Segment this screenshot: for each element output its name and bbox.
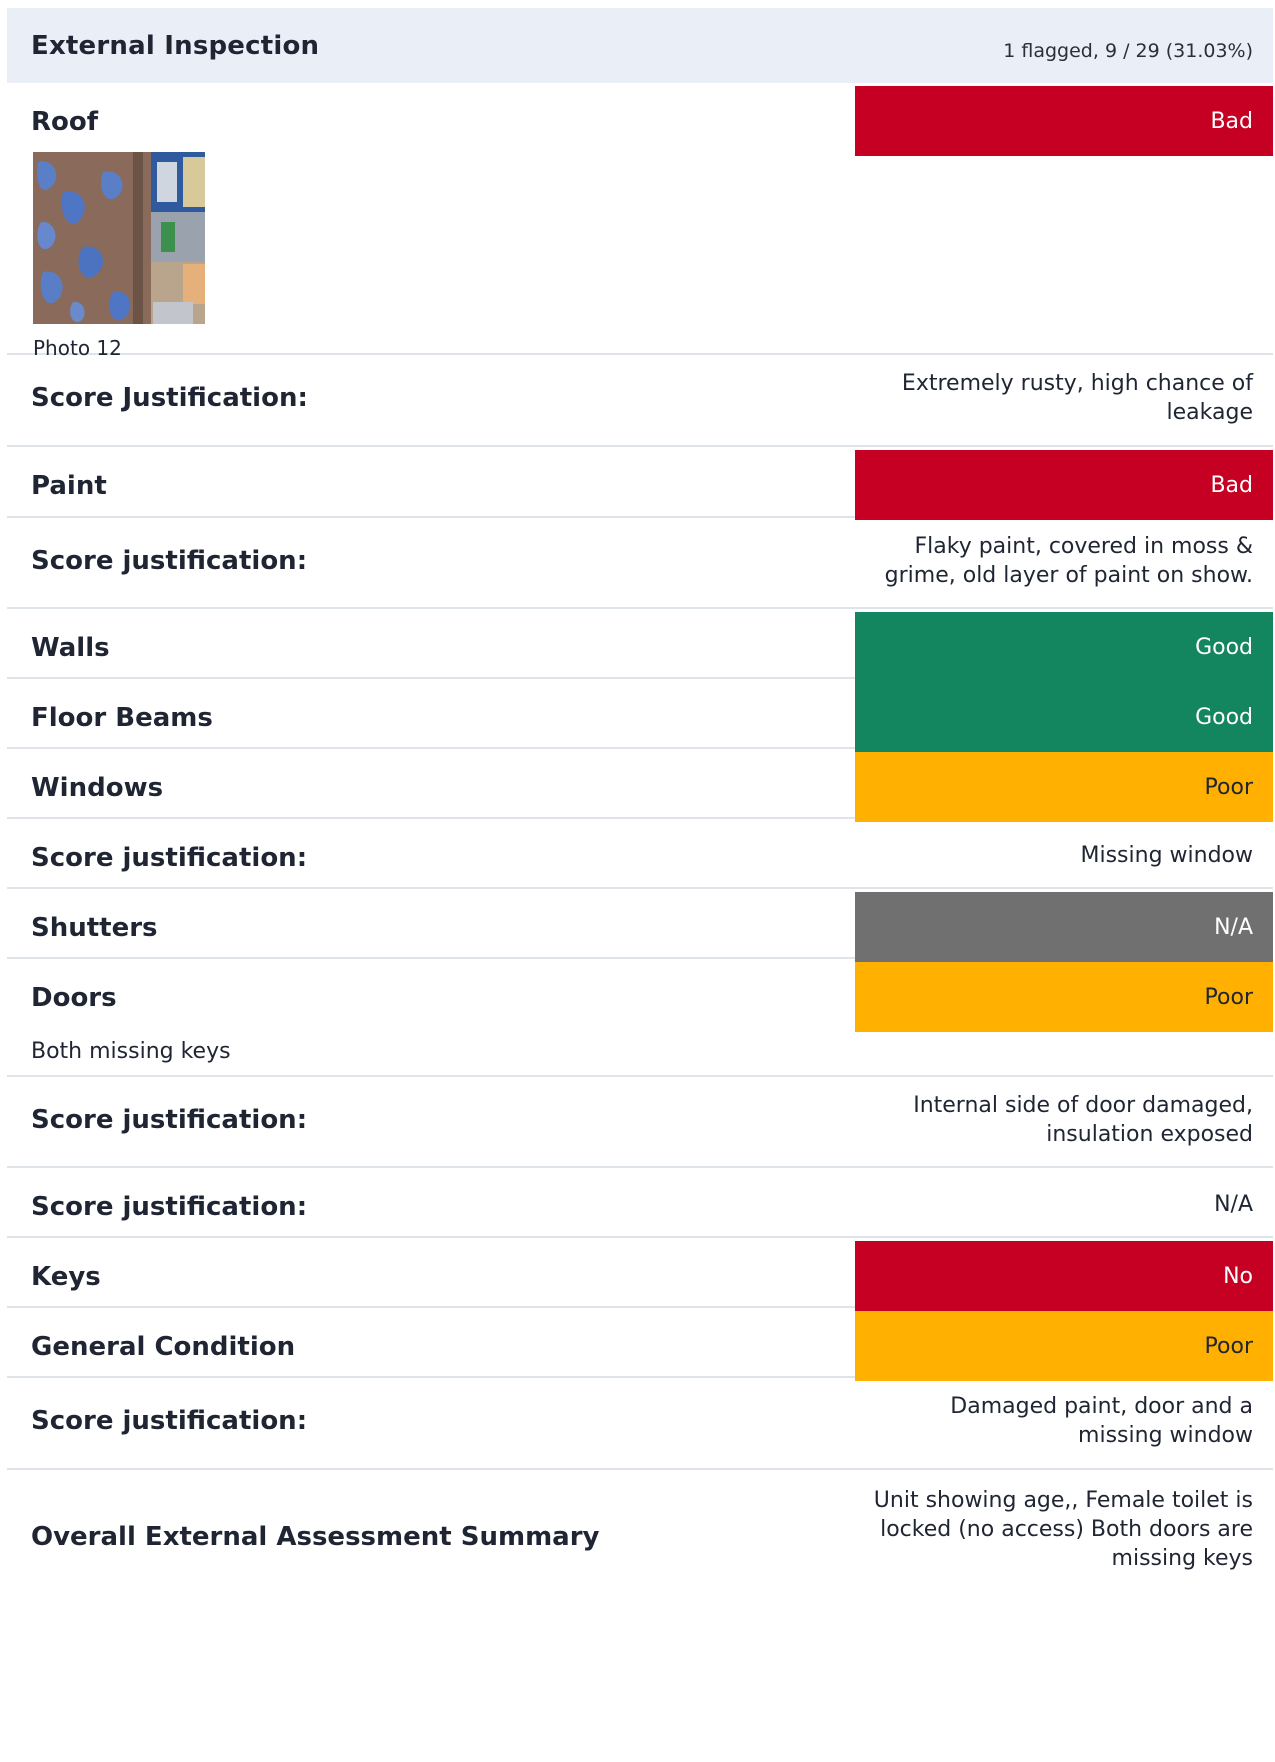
general-condition-justification-line: missing window bbox=[1078, 1423, 1253, 1448]
walls-row: Walls Good bbox=[7, 609, 1273, 682]
walls-rating-badge[interactable]: Good bbox=[855, 612, 1273, 682]
general-condition-justification-row: Score justification: Damaged paint, door… bbox=[7, 1378, 1273, 1470]
paint-justification-label: Score justification: bbox=[31, 546, 308, 576]
paint-justification-row: Score justification: Flaky paint, covere… bbox=[7, 518, 1273, 609]
doors-label: Doors bbox=[31, 983, 117, 1013]
keys-row: Keys No bbox=[7, 1238, 1273, 1311]
roof-photo[interactable] bbox=[33, 152, 205, 324]
keys-label: Keys bbox=[31, 1262, 101, 1292]
keys-rating-badge[interactable]: No bbox=[855, 1241, 1273, 1311]
floor-beams-label: Floor Beams bbox=[31, 703, 213, 733]
general-condition-justification-line: Damaged paint, door and a bbox=[950, 1394, 1253, 1419]
doors-row: Doors Poor Both missing keys bbox=[7, 959, 1273, 1077]
windows-rating: Poor bbox=[1204, 774, 1253, 800]
paint-justification-line: grime, old layer of paint on show. bbox=[884, 563, 1253, 588]
windows-justification-text: Missing window bbox=[1080, 843, 1254, 868]
roof-rating-badge[interactable]: Bad bbox=[855, 86, 1273, 156]
roof-justification-line: leakage bbox=[1166, 400, 1253, 425]
doors-justification-line: Internal side of door damaged, bbox=[913, 1093, 1253, 1118]
doors-justification2-label: Score justification: bbox=[31, 1192, 308, 1222]
doors-justification2-text: N/A bbox=[1214, 1192, 1253, 1217]
general-condition-rating: Poor bbox=[1204, 1333, 1253, 1359]
doors-justification-line: insulation exposed bbox=[1046, 1122, 1253, 1147]
shutters-rating-badge[interactable]: N/A bbox=[855, 892, 1273, 962]
summary-line: Unit showing age,, Female toilet is bbox=[873, 1488, 1253, 1513]
paint-rating: Bad bbox=[1210, 472, 1253, 498]
roof-justification-label: Score Justification: bbox=[31, 383, 308, 413]
windows-label: Windows bbox=[31, 773, 164, 803]
walls-rating: Good bbox=[1195, 634, 1253, 660]
windows-rating-badge[interactable]: Poor bbox=[855, 752, 1273, 822]
roof-row: Roof Bad Photo 12 bbox=[7, 83, 1273, 360]
summary-label: Overall External Assessment Summary bbox=[31, 1522, 600, 1552]
doors-justification-label: Score justification: bbox=[31, 1105, 308, 1135]
doors-rating: Poor bbox=[1204, 984, 1253, 1010]
walls-label: Walls bbox=[31, 633, 110, 663]
shutters-rating: N/A bbox=[1214, 914, 1253, 940]
doors-justification-row: Score justification: Internal side of do… bbox=[7, 1077, 1273, 1168]
shutters-label: Shutters bbox=[31, 913, 158, 943]
summary-row: Overall External Assessment Summary Unit… bbox=[7, 1470, 1273, 1590]
paint-justification-text: Flaky paint, covered in moss & grime, ol… bbox=[885, 532, 1253, 590]
floor-beams-row: Floor Beams Good bbox=[7, 679, 1273, 752]
windows-row: Windows Poor bbox=[7, 749, 1273, 822]
doors-note: Both missing keys bbox=[31, 1039, 231, 1064]
roof-rating: Bad bbox=[1210, 108, 1253, 134]
general-condition-row: General Condition Poor bbox=[7, 1308, 1273, 1381]
doors-justification-text: Internal side of door damaged, insulatio… bbox=[913, 1091, 1253, 1149]
keys-rating: No bbox=[1223, 1263, 1253, 1289]
floor-beams-rating: Good bbox=[1195, 704, 1253, 730]
floor-beams-rating-badge[interactable]: Good bbox=[855, 682, 1273, 752]
paint-justification-line: Flaky paint, covered in moss & bbox=[914, 534, 1253, 559]
paint-rating-badge[interactable]: Bad bbox=[855, 450, 1273, 520]
paint-row: Paint Bad bbox=[7, 447, 1273, 520]
roof-justification-text: Extremely rusty, high chance of leakage bbox=[902, 369, 1253, 427]
roof-justification-line: Extremely rusty, high chance of bbox=[901, 371, 1253, 396]
section-progress: 1 flagged, 9 / 29 (31.03%) bbox=[1003, 39, 1253, 62]
general-condition-justification-label: Score justification: bbox=[31, 1406, 308, 1436]
summary-text: Unit showing age,, Female toilet is lock… bbox=[874, 1486, 1253, 1573]
inspection-report: External Inspection 1 flagged, 9 / 29 (3… bbox=[7, 8, 1273, 1590]
general-condition-label: General Condition bbox=[31, 1332, 296, 1362]
rusty-roof-photo-icon bbox=[33, 152, 205, 324]
roof-justification-row: Score Justification: Extremely rusty, hi… bbox=[7, 355, 1273, 447]
roof-label: Roof bbox=[31, 107, 99, 137]
doors-justification2-row: Score justification: N/A bbox=[7, 1168, 1273, 1238]
summary-line: missing keys bbox=[1111, 1546, 1253, 1571]
general-condition-rating-badge[interactable]: Poor bbox=[855, 1311, 1273, 1381]
section-title: External Inspection bbox=[31, 30, 320, 61]
shutters-row: Shutters N/A bbox=[7, 889, 1273, 962]
doors-rating-badge[interactable]: Poor bbox=[855, 962, 1273, 1032]
summary-line: locked (no access) Both doors are bbox=[880, 1517, 1253, 1542]
windows-justification-row: Score justification: Missing window bbox=[7, 819, 1273, 889]
section-header[interactable]: External Inspection 1 flagged, 9 / 29 (3… bbox=[7, 8, 1273, 83]
windows-justification-label: Score justification: bbox=[31, 843, 308, 873]
general-condition-justification-text: Damaged paint, door and a missing window bbox=[950, 1392, 1253, 1450]
paint-label: Paint bbox=[31, 471, 107, 501]
